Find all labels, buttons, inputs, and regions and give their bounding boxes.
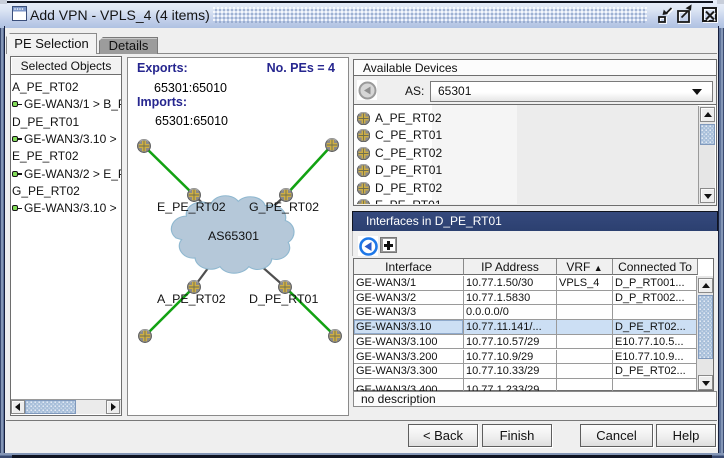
svg-text:A_PE_RT02: A_PE_RT02 xyxy=(157,292,226,306)
svg-text:G_PE_RT02: G_PE_RT02 xyxy=(249,200,319,214)
svg-text:E_PE_RT02: E_PE_RT02 xyxy=(157,200,226,214)
svg-text:D_PE_RT01: D_PE_RT01 xyxy=(249,292,318,306)
svg-text:AS65301: AS65301 xyxy=(208,229,259,243)
